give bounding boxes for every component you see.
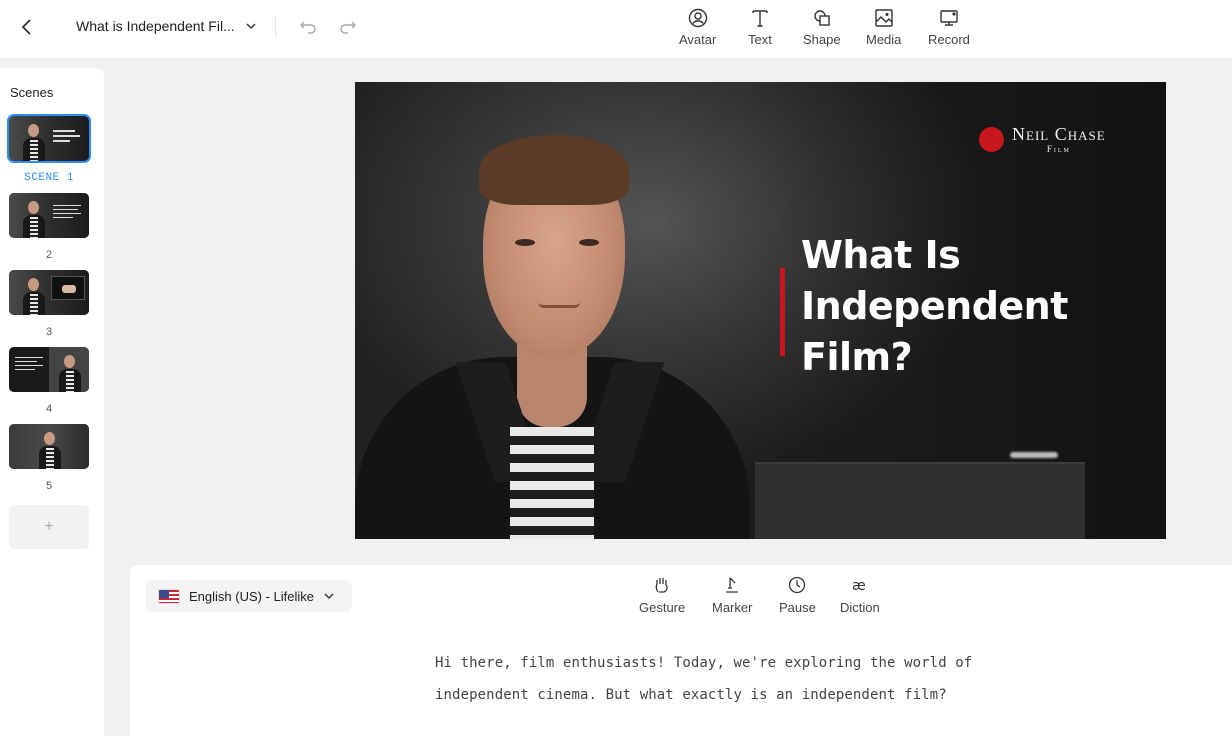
scene-label-4: 4 <box>45 403 53 415</box>
background-bench <box>755 462 1085 539</box>
tool-avatar[interactable]: Avatar <box>679 7 716 47</box>
plus-icon: + <box>44 518 54 535</box>
tool-avatar-label: Avatar <box>679 32 717 47</box>
scene-label-3: 3 <box>45 326 53 338</box>
scene-label-1: SCENE 1 <box>24 172 74 184</box>
tool-record[interactable]: Record <box>928 7 970 47</box>
avatar-presenter[interactable] <box>355 135 755 539</box>
voice-select[interactable]: English (US) - Lifelike <box>146 580 352 612</box>
redo-button[interactable] <box>337 16 359 38</box>
top-bar: What is Independent Fil... Avatar Text S… <box>0 0 1232 58</box>
scene-label-2: 2 <box>45 249 53 261</box>
scene-thumbnail-4[interactable] <box>9 347 89 392</box>
clock-icon <box>789 576 806 594</box>
script-tool-pause[interactable]: Pause <box>779 575 816 615</box>
marker-label: Marker <box>712 600 753 615</box>
script-textarea[interactable]: Hi there, film enthusiasts! Today, we're… <box>435 647 1035 711</box>
scene-thumbnail-1[interactable] <box>7 114 91 163</box>
script-tool-diction[interactable]: æ Diction <box>840 575 880 615</box>
script-tool-gesture[interactable]: Gesture <box>639 575 685 615</box>
script-panel: English (US) - Lifelike Gesture Marker P… <box>130 565 1232 736</box>
undo-icon <box>300 21 316 34</box>
gesture-icon <box>655 578 668 593</box>
chevron-down-icon <box>324 593 334 600</box>
tool-text-label: Text <box>748 32 772 47</box>
scene-canvas[interactable]: Neil Chase Film What Is Independent Film… <box>355 82 1166 539</box>
tool-shape[interactable]: Shape <box>803 7 841 47</box>
diction-icon: æ <box>852 578 866 594</box>
undo-button[interactable] <box>297 16 319 38</box>
voice-label: English (US) - Lifelike <box>189 588 314 604</box>
text-icon <box>752 10 768 27</box>
scenes-panel: Scenes SCENE 1 2 3 4 5 + <box>0 68 104 736</box>
scenes-title: Scenes <box>10 85 54 100</box>
brand-subtitle: Film <box>1046 144 1071 154</box>
avatar-icon <box>688 8 707 28</box>
scene-label-5: 5 <box>45 480 53 492</box>
tool-media-label: Media <box>866 32 902 47</box>
us-flag-icon <box>158 588 180 604</box>
divider <box>275 16 276 38</box>
gesture-label: Gesture <box>639 600 686 615</box>
media-icon <box>875 9 893 27</box>
chevron-down-icon <box>246 23 256 30</box>
tool-record-label: Record <box>928 32 970 47</box>
chevron-left-icon <box>21 19 31 35</box>
document-title-dropdown[interactable]: What is Independent Fil... <box>76 18 257 34</box>
scene-thumbnail-3[interactable] <box>9 270 89 315</box>
brand-seal-icon <box>979 126 1004 152</box>
pause-label: Pause <box>779 600 816 615</box>
svg-text:æ: æ <box>852 578 866 594</box>
add-scene-button[interactable]: + <box>9 505 89 549</box>
tool-shape-label: Shape <box>803 32 841 47</box>
shape-icon <box>814 10 830 26</box>
redo-icon <box>340 21 356 34</box>
title-accent-bar <box>780 268 785 356</box>
scene-thumbnail-2[interactable] <box>9 193 89 238</box>
tool-media[interactable]: Media <box>866 7 901 47</box>
record-icon <box>940 10 958 26</box>
tool-text[interactable]: Text <box>748 7 772 47</box>
scene-headline[interactable]: What Is Independent Film? <box>801 230 1141 383</box>
marker-icon <box>726 577 739 593</box>
script-tool-marker[interactable]: Marker <box>712 575 752 615</box>
brand-name: Neil Chase <box>1012 124 1106 144</box>
scene-thumbnail-5[interactable] <box>9 424 89 469</box>
document-title: What is Independent Fil... <box>76 18 235 34</box>
back-button[interactable] <box>14 14 40 40</box>
diction-label: Diction <box>840 600 880 615</box>
brand-logo[interactable]: Neil Chase Film <box>979 124 1106 154</box>
